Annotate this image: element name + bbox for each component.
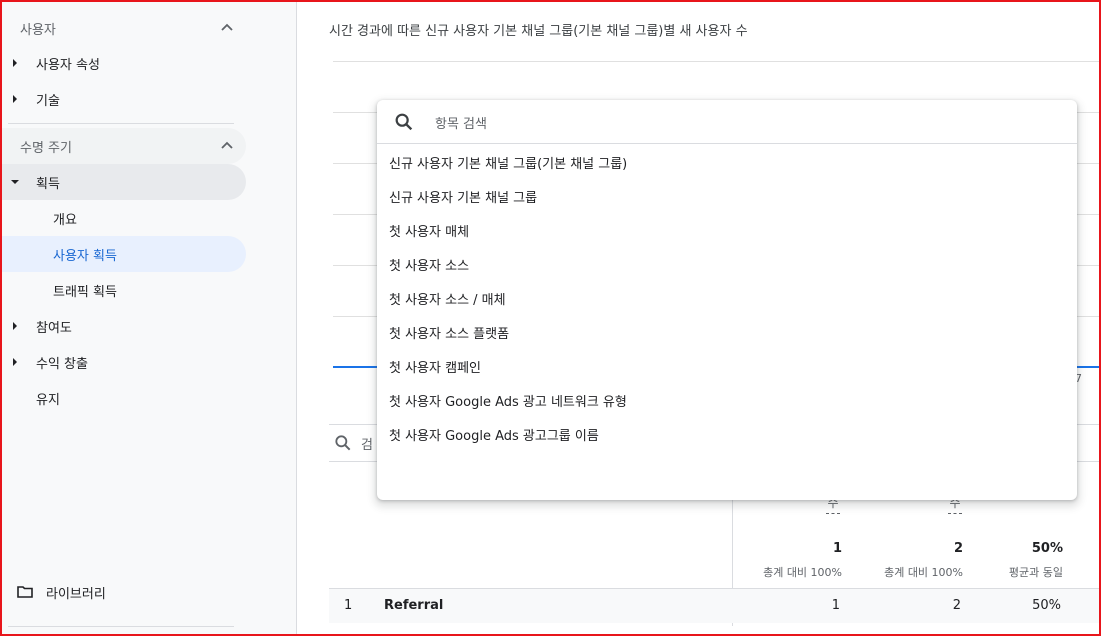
- sidebar-item-label: 사용자 획득: [53, 248, 117, 264]
- sidebar-divider: [8, 123, 234, 124]
- section-label: 사용자: [20, 22, 56, 38]
- section-header-users[interactable]: 사용자: [0, 10, 246, 46]
- sidebar-item-label: 사용자 속성: [36, 57, 100, 73]
- row-value: 1: [831, 598, 840, 613]
- sidebar-item-monetization[interactable]: 수익 창출: [0, 344, 246, 380]
- dropdown-item[interactable]: 첫 사용자 매체: [377, 213, 1077, 247]
- sidebar-item-overview[interactable]: 개요: [0, 200, 246, 236]
- dropdown-item[interactable]: 첫 사용자 캠페인: [377, 349, 1077, 383]
- total-sub: 평균과 동일: [1008, 566, 1063, 579]
- dropdown-item[interactable]: 첫 사용자 소스: [377, 247, 1077, 281]
- sidebar-item-library[interactable]: 라이브러리: [16, 580, 106, 604]
- chart-title: 시간 경과에 따른 신규 사용자 기본 채널 그룹(기본 채널 그룹)별 새 사…: [329, 24, 748, 39]
- total-sub: 총계 대비 100%: [884, 566, 963, 579]
- table-search-placeholder: 검: [361, 437, 373, 453]
- sidebar-item-user-attributes[interactable]: 사용자 속성: [0, 45, 246, 81]
- row-channel[interactable]: Referral: [384, 598, 443, 613]
- dropdown-search[interactable]: 항목 검색: [377, 100, 1077, 144]
- total-value: 50%: [1031, 541, 1063, 556]
- total-value: 2: [953, 541, 963, 556]
- chevron-up-icon: [221, 141, 233, 149]
- row-value: 50%: [1032, 598, 1061, 613]
- sidebar-divider: [8, 626, 234, 627]
- folder-icon: [17, 586, 33, 598]
- chevron-up-icon: [221, 23, 233, 31]
- search-icon: [395, 113, 413, 131]
- sidebar: 사용자 사용자 속성 기술 수명 주기 획득 개요 사용자 획득 트래픽 획득 …: [0, 0, 297, 636]
- caret-right-icon: [13, 322, 17, 330]
- dropdown-item[interactable]: 첫 사용자 Google Ads 광고 네트워크 유형: [377, 383, 1077, 417]
- sidebar-item-label: 유지: [36, 392, 60, 408]
- dashed-underline: [826, 513, 840, 514]
- dropdown-item[interactable]: 첫 사용자 소스 플랫폼: [377, 315, 1077, 349]
- section-label: 수명 주기: [20, 140, 72, 156]
- dropdown-item[interactable]: 첫 사용자 Google Ads 광고그룹 이름: [377, 417, 1077, 451]
- dimension-dropdown: 항목 검색 신규 사용자 기본 채널 그룹(기본 채널 그룹) 신규 사용자 기…: [377, 100, 1077, 500]
- sidebar-item-label: 기술: [36, 93, 60, 109]
- sidebar-item-retention[interactable]: 유지: [0, 380, 246, 416]
- search-icon: [335, 435, 351, 451]
- table-row[interactable]: [329, 589, 1099, 623]
- gridline: [333, 61, 1101, 62]
- dropdown-item[interactable]: 신규 사용자 기본 채널 그룹(기본 채널 그룹): [377, 145, 1077, 179]
- sidebar-item-engagement[interactable]: 참여도: [0, 308, 246, 344]
- total-sub: 총계 대비 100%: [763, 566, 842, 579]
- caret-right-icon: [13, 59, 17, 67]
- sidebar-item-label: 참여도: [36, 320, 72, 336]
- row-value: 2: [952, 598, 961, 613]
- sidebar-item-user-acquisition[interactable]: 사용자 획득: [0, 236, 246, 272]
- caret-right-icon: [13, 95, 17, 103]
- dropdown-item[interactable]: 첫 사용자 소스 / 매체: [377, 281, 1077, 315]
- library-label: 라이브러리: [46, 586, 106, 602]
- caret-right-icon: [13, 358, 17, 366]
- dropdown-search-placeholder: 항목 검색: [435, 117, 487, 132]
- sidebar-item-label: 수익 창출: [36, 356, 88, 372]
- total-value: 1: [832, 541, 842, 556]
- sidebar-item-label: 트래픽 획득: [53, 284, 117, 300]
- dashed-underline: [948, 513, 962, 514]
- section-header-lifecycle[interactable]: 수명 주기: [0, 128, 246, 164]
- sidebar-item-label: 개요: [53, 212, 77, 228]
- caret-down-icon: [11, 180, 19, 184]
- sidebar-item-acquisition[interactable]: 획득: [0, 164, 246, 200]
- dropdown-item[interactable]: 신규 사용자 기본 채널 그룹: [377, 179, 1077, 213]
- sidebar-item-label: 획득: [36, 176, 60, 192]
- sidebar-item-traffic-acquisition[interactable]: 트래픽 획득: [0, 272, 246, 308]
- row-index: 1: [344, 598, 353, 613]
- sidebar-item-tech[interactable]: 기술: [0, 81, 246, 117]
